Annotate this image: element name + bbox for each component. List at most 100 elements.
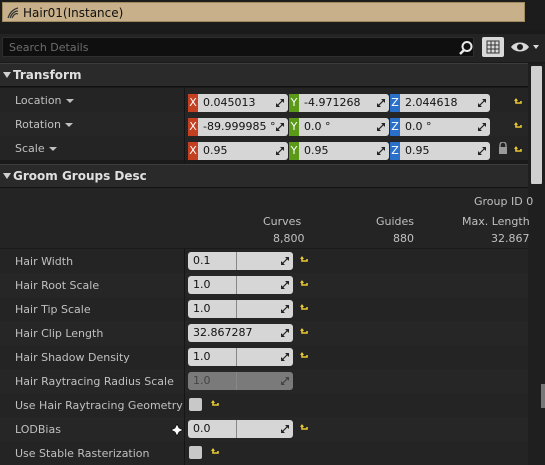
object-name: Hair01(Instance) (23, 6, 124, 20)
drag-arrows-icon[interactable] (377, 99, 385, 107)
scale-z-axis-tag: Z (390, 142, 400, 160)
reset-to-default-icon[interactable] (210, 400, 220, 410)
lodbias-field[interactable]: 0.0 (188, 420, 293, 438)
hair-root-scale-label: Hair Root Scale (15, 279, 100, 292)
collapse-arrow-icon (3, 72, 11, 78)
rotation-z-field[interactable]: 0.0 ° (400, 118, 490, 136)
section-transform[interactable]: Transform (0, 63, 528, 87)
section-title: Transform (13, 68, 82, 82)
reset-to-default-icon[interactable] (299, 304, 309, 314)
use-stable-rasterization-checkbox[interactable] (189, 446, 202, 459)
object-name-field[interactable]: Hair01(Instance) (2, 2, 525, 22)
search-icon[interactable] (458, 40, 474, 56)
drag-arrows-icon[interactable] (276, 99, 284, 107)
spin-fill-edge (236, 252, 237, 270)
drag-arrows-icon[interactable] (377, 147, 385, 155)
rotation-y-field[interactable]: 0.0 ° (299, 118, 389, 136)
column-divider[interactable] (184, 248, 185, 465)
hair-root-scale-field[interactable]: 1.0 (188, 276, 293, 294)
rotation-z-axis-tag: Z (390, 118, 400, 136)
scale-y-field[interactable]: 0.95 (299, 142, 389, 160)
hair-shadow-density-label: Hair Shadow Density (15, 351, 130, 364)
drag-arrows-icon[interactable] (281, 377, 289, 385)
mouse-cursor-icon (171, 424, 183, 436)
property-row-use-hair-raytracing-geometry: Use Hair Raytracing Geometry (0, 393, 528, 417)
spin-fill-edge (236, 372, 237, 390)
curves-value: 8,800 (273, 232, 305, 245)
rotation-x-field[interactable]: -89.999985 ° (198, 118, 288, 136)
location-x-axis-tag: X (188, 94, 198, 112)
drag-arrows-icon[interactable] (281, 353, 289, 361)
drag-arrows-icon[interactable] (281, 305, 289, 313)
rotation-x-axis-tag: X (188, 118, 198, 136)
hair-clip-length-label: Hair Clip Length (15, 327, 104, 340)
hair-shadow-density-field[interactable]: 1.0 (188, 348, 293, 366)
reset-to-default-icon[interactable] (299, 352, 309, 362)
max-length-header: Max. Length (462, 215, 530, 228)
reset-to-default-icon[interactable] (513, 146, 523, 156)
hair-clip-length-field[interactable]: 32.867287 (188, 324, 293, 342)
drag-arrows-icon[interactable] (281, 281, 289, 289)
curves-header: Curves (263, 215, 302, 228)
hair-width-label: Hair Width (15, 255, 74, 268)
location-z-field[interactable]: 2.044618 (400, 94, 490, 112)
rotation-label[interactable]: Rotation (15, 118, 74, 131)
scrollbar-thumb[interactable] (531, 66, 542, 184)
reset-to-default-icon[interactable] (299, 328, 309, 338)
eye-icon[interactable] (510, 40, 540, 54)
section-groom-groups-desc[interactable]: Groom Groups Desc (0, 164, 528, 188)
use-hair-raytracing-geometry-checkbox[interactable] (189, 398, 202, 411)
drag-arrows-icon[interactable] (281, 257, 289, 265)
max-length-value: 32.867 (491, 232, 530, 245)
hair-icon (7, 7, 19, 19)
property-matrix-button[interactable] (482, 37, 504, 57)
lodbias-label: LODBias (15, 423, 61, 436)
search-placeholder: Search Details (9, 41, 89, 54)
table-icon (486, 40, 500, 54)
rotation-y-axis-tag: Y (289, 118, 299, 136)
guides-header: Guides (376, 215, 415, 228)
reset-to-default-icon[interactable] (299, 424, 309, 434)
drag-arrows-icon[interactable] (478, 99, 486, 107)
chevron-down-icon (48, 147, 57, 151)
scale-x-axis-tag: X (188, 142, 198, 160)
drag-arrows-icon[interactable] (478, 147, 486, 155)
spin-fill-edge (236, 300, 237, 318)
use-stable-rasterization-label: Use Stable Rasterization (15, 447, 150, 460)
column-divider[interactable] (184, 88, 185, 164)
location-y-field[interactable]: -4.971268 (299, 94, 389, 112)
search-input[interactable]: Search Details (2, 37, 474, 57)
scrollbar-thumb-secondary[interactable] (541, 384, 545, 408)
hair-tip-scale-label: Hair Tip Scale (15, 303, 91, 316)
use-hair-raytracing-geometry-label: Use Hair Raytracing Geometry (15, 399, 183, 412)
reset-to-default-icon[interactable] (513, 122, 523, 132)
property-row-use-stable-rasterization: Use Stable Rasterization (0, 441, 528, 465)
drag-arrows-icon[interactable] (281, 329, 289, 337)
drag-arrows-icon[interactable] (478, 123, 486, 131)
reset-to-default-icon[interactable] (210, 448, 220, 458)
chevron-down-icon (65, 99, 74, 103)
scale-z-field[interactable]: 0.95 (400, 142, 490, 160)
scale-label[interactable]: Scale (15, 142, 57, 155)
spin-fill-edge (236, 276, 237, 294)
location-z-axis-tag: Z (390, 94, 400, 112)
scale-y-axis-tag: Y (289, 142, 299, 160)
reset-to-default-icon[interactable] (513, 98, 523, 108)
scale-x-field[interactable]: 0.95 (198, 142, 288, 160)
drag-arrows-icon[interactable] (276, 147, 284, 155)
reset-to-default-icon[interactable] (299, 280, 309, 290)
section-title: Groom Groups Desc (13, 169, 147, 183)
reset-to-default-icon[interactable] (299, 256, 309, 266)
location-y-axis-tag: Y (289, 94, 299, 112)
hair-tip-scale-field[interactable]: 1.0 (188, 300, 293, 318)
drag-arrows-icon[interactable] (377, 123, 385, 131)
chevron-down-icon (65, 123, 74, 127)
drag-arrows-icon[interactable] (281, 425, 289, 433)
group-id-label: Group ID 0 (474, 195, 534, 208)
location-label[interactable]: Location (15, 94, 74, 107)
drag-arrows-icon[interactable] (276, 123, 284, 131)
hair-width-field[interactable]: 0.1 (188, 252, 293, 270)
location-x-field[interactable]: 0.045013 (198, 94, 288, 112)
lock-icon[interactable] (498, 142, 508, 154)
hair-raytracing-radius-scale-field: 1.0 (188, 372, 293, 390)
